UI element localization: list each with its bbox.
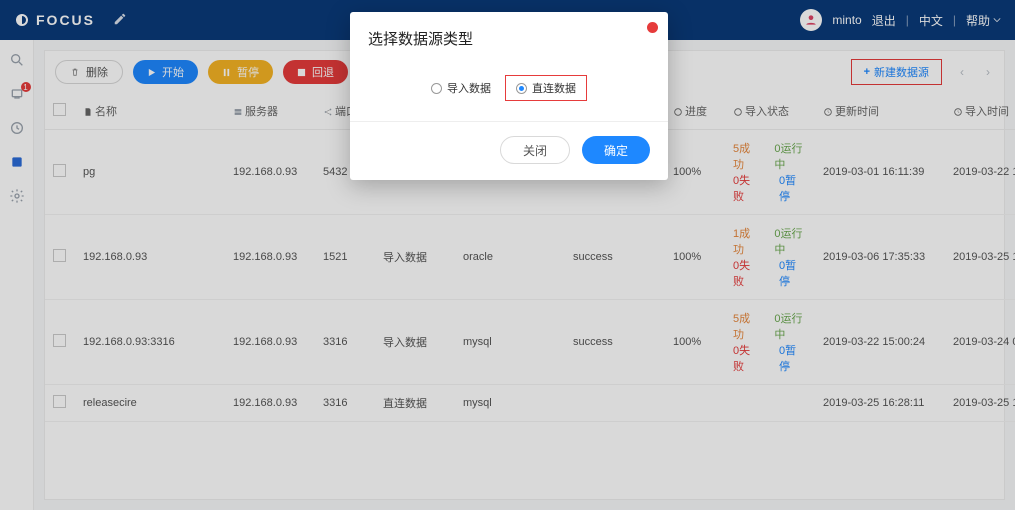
modal-title: 选择数据源类型 (350, 12, 668, 61)
radio-import[interactable]: 导入数据 (431, 75, 491, 101)
confirm-button[interactable]: 确定 (582, 136, 650, 164)
select-source-type-modal: 选择数据源类型 导入数据 直连数据 关闭 确定 (350, 12, 668, 180)
cancel-button[interactable]: 关闭 (500, 136, 570, 164)
radio-direct[interactable]: 直连数据 (516, 80, 576, 96)
close-icon[interactable] (647, 22, 658, 33)
